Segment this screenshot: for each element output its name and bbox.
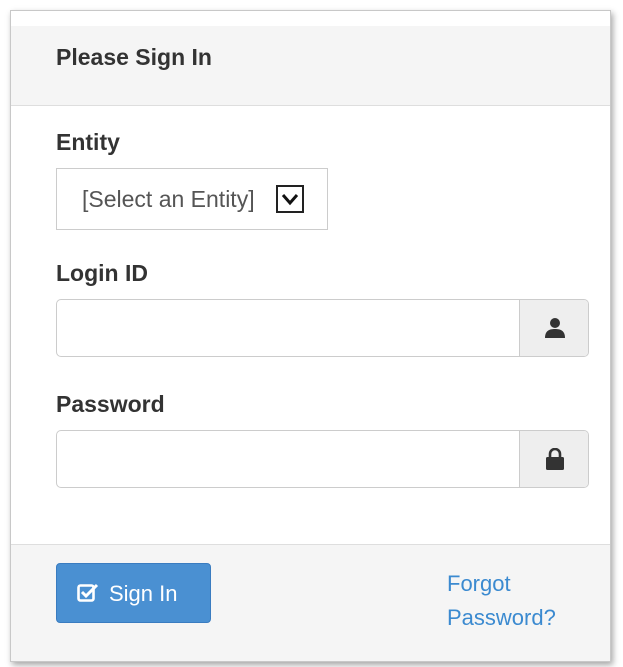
entity-label: Entity xyxy=(56,129,120,155)
password-addon xyxy=(519,431,588,487)
login-id-input[interactable] xyxy=(57,300,519,356)
panel-title: Please Sign In xyxy=(56,44,212,70)
forgot-line-1: Forgot xyxy=(447,571,511,596)
sign-in-label: Sign In xyxy=(109,581,178,606)
lock-icon xyxy=(546,448,564,470)
entity-select-value: [Select an Entity] xyxy=(82,186,255,212)
password-label: Password xyxy=(56,391,165,417)
sign-in-button[interactable]: Sign In xyxy=(56,563,211,623)
panel-heading: Please Sign In xyxy=(11,26,610,106)
user-icon xyxy=(545,318,565,338)
password-group xyxy=(56,430,589,488)
checkbox-icon xyxy=(77,583,99,602)
chevron-down-icon[interactable] xyxy=(276,185,304,213)
login-id-addon xyxy=(519,300,588,356)
password-input[interactable] xyxy=(57,431,519,487)
login-id-label: Login ID xyxy=(56,260,148,286)
login-id-group xyxy=(56,299,589,357)
entity-select[interactable]: [Select an Entity] xyxy=(56,168,328,230)
forgot-password-link[interactable]: Forgot Password? xyxy=(447,567,577,635)
panel-footer: Sign In Forgot Password? xyxy=(11,544,610,661)
sign-in-panel: Please Sign In Entity [Select an Entity]… xyxy=(10,10,611,662)
forgot-line-2: Password? xyxy=(447,605,556,630)
